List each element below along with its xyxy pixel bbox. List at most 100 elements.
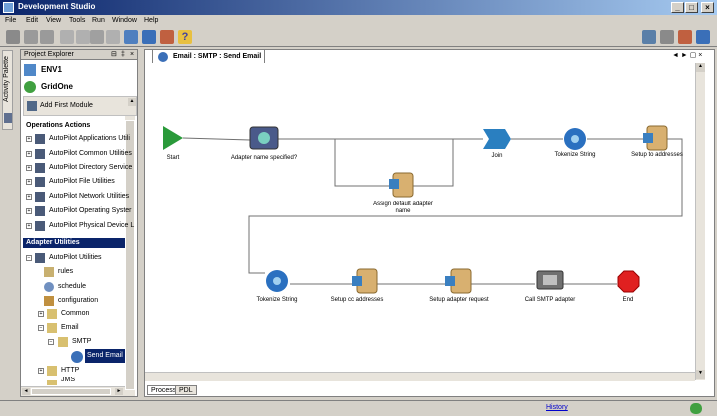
adapter-item-http[interactable]: HTTP — [61, 364, 79, 378]
folder-open-icon — [47, 323, 57, 333]
decision-center — [258, 132, 270, 144]
workflow-canvas[interactable]: Start Adapter name specified? Assign def… — [145, 63, 695, 380]
menu-run[interactable]: Run — [92, 17, 105, 24]
menu-tools[interactable]: Tools — [69, 17, 85, 24]
folder-icon — [47, 309, 57, 319]
canvas-hscrollbar[interactable] — [145, 372, 695, 381]
history-link[interactable]: History — [546, 404, 568, 411]
expand-icon[interactable]: + — [26, 151, 32, 157]
adapter-item-smtp[interactable]: SMTP — [72, 335, 91, 349]
tab-scroll-icons[interactable]: ◄ ► ▢ × — [672, 51, 702, 59]
open-icon[interactable] — [24, 30, 38, 44]
ops-item-0[interactable]: AutoPilot Applications Utili — [49, 132, 130, 146]
scroll-up-icon[interactable]: ▲ — [696, 63, 705, 72]
ops-item-4[interactable]: AutoPilot Network Utilities — [49, 190, 129, 204]
collapse-icon[interactable]: − — [26, 255, 32, 261]
adapter-item-email[interactable]: Email — [61, 321, 79, 335]
adapter-root[interactable]: AutoPilot Utilities — [49, 251, 102, 265]
expand-icon[interactable]: + — [26, 194, 32, 200]
deploy-icon[interactable] — [124, 30, 138, 44]
ops-item-5[interactable]: AutoPilot Operating Syster — [49, 204, 132, 218]
dashboard-icon[interactable] — [660, 30, 674, 44]
add-module-label[interactable]: Add First Module — [40, 99, 93, 113]
collapse-icon[interactable]: − — [38, 325, 44, 331]
expand-icon[interactable]: + — [26, 165, 32, 171]
menu-file[interactable]: File — [5, 17, 16, 24]
menu-edit[interactable]: Edit — [26, 17, 38, 24]
connector — [413, 139, 454, 187]
hscroll-thumb[interactable] — [31, 388, 111, 395]
module-icon — [27, 101, 37, 111]
adapter-item-send-email[interactable]: Send Email — [85, 349, 125, 363]
end-icon[interactable] — [617, 270, 640, 293]
gear-center — [571, 135, 579, 143]
monitor-icon[interactable] — [678, 30, 692, 44]
perspective-icon[interactable] — [642, 30, 656, 44]
ops-item-2[interactable]: AutoPilot Directory Service — [49, 161, 132, 175]
new-icon[interactable] — [6, 30, 20, 44]
adapter-item-configuration[interactable]: configuration — [58, 294, 98, 308]
folder-icon — [47, 366, 57, 376]
env-label[interactable]: ENV1 — [41, 63, 62, 77]
add-module-bar[interactable]: Add First Module ▲ — [23, 96, 137, 116]
menu-window[interactable]: Window — [112, 17, 137, 24]
pdl-tab[interactable]: PDL — [175, 385, 197, 395]
panel-pin-icon[interactable]: ‡ — [121, 50, 125, 60]
canvas-vscrollbar[interactable]: ▲ ▼ — [695, 63, 705, 380]
scroll-left-icon[interactable]: ◄ — [22, 388, 30, 395]
node-label-assign-default: Assign default adapter name — [373, 201, 433, 214]
collapse-icon[interactable]: − — [48, 339, 54, 345]
activity-palette-tab[interactable]: Activity Palette — [2, 50, 13, 130]
minimize-button[interactable]: _ — [671, 2, 684, 13]
paste-icon[interactable] — [90, 30, 104, 44]
start-icon[interactable] — [163, 126, 183, 150]
close-button[interactable]: × — [701, 2, 714, 13]
expand-icon[interactable]: + — [38, 311, 44, 317]
maximize-button[interactable]: □ — [685, 2, 698, 13]
grid-status-icon[interactable] — [690, 403, 702, 414]
folder-icon — [35, 221, 45, 231]
node-label-start: Start — [166, 155, 180, 161]
expand-icon[interactable]: + — [26, 179, 32, 185]
copy-icon[interactable] — [76, 30, 90, 44]
node-label-tokenize-string-2: Tokenize String — [256, 297, 298, 303]
panel-menu-icon[interactable]: ⊟ — [111, 50, 117, 60]
save-icon[interactable] — [40, 30, 54, 44]
adapter-item-jms[interactable]: JMS — [61, 377, 75, 385]
ops-item-3[interactable]: AutoPilot File Utilities — [49, 175, 115, 189]
scroll-down-icon[interactable]: ▼ — [696, 370, 705, 379]
ops-item-6[interactable]: AutoPilot Physical Device L — [49, 219, 134, 233]
adapter-item-common[interactable]: Common — [61, 307, 89, 321]
folder-icon — [35, 149, 45, 159]
arrow-badge — [389, 179, 399, 189]
adapter-item-schedule[interactable]: schedule — [58, 280, 86, 294]
run-icon[interactable] — [160, 30, 174, 44]
cut-icon[interactable] — [60, 30, 74, 44]
ops-item-1[interactable]: AutoPilot Common Utilities — [49, 147, 132, 161]
join-icon[interactable] — [483, 129, 511, 149]
menu-view[interactable]: View — [46, 17, 61, 24]
expand-icon[interactable]: + — [38, 368, 44, 374]
workflow-diagram — [163, 125, 683, 294]
node-label-join: Join — [491, 153, 503, 159]
adapter-item-rules[interactable]: rules — [58, 265, 73, 279]
grid-label[interactable]: GridOne — [41, 80, 73, 94]
project-explorer: Project Explorer ⊟ ‡ × ENV1 GridOne Add … — [20, 49, 138, 397]
menu-help[interactable]: Help — [144, 17, 158, 24]
panel-close-icon[interactable]: × — [130, 50, 134, 60]
environment-icon — [24, 64, 36, 76]
editor-tab[interactable]: Email : SMTP : Send Email — [152, 49, 265, 63]
gear-center — [273, 277, 281, 285]
process-icon[interactable] — [142, 30, 156, 44]
scroll-right-icon[interactable]: ► — [115, 388, 123, 395]
expand-icon[interactable]: + — [26, 208, 32, 214]
expand-icon[interactable]: + — [26, 136, 32, 142]
delete-icon[interactable] — [106, 30, 120, 44]
scroll-up-icon[interactable]: ▲ — [128, 98, 136, 106]
tree-hscrollbar[interactable]: ◄ ► — [21, 386, 125, 396]
expand-icon[interactable]: + — [26, 223, 32, 229]
folder-icon — [35, 192, 45, 202]
settings-icon[interactable] — [696, 30, 710, 44]
help-icon[interactable]: ? — [178, 30, 192, 44]
folder-open-icon — [58, 337, 68, 347]
